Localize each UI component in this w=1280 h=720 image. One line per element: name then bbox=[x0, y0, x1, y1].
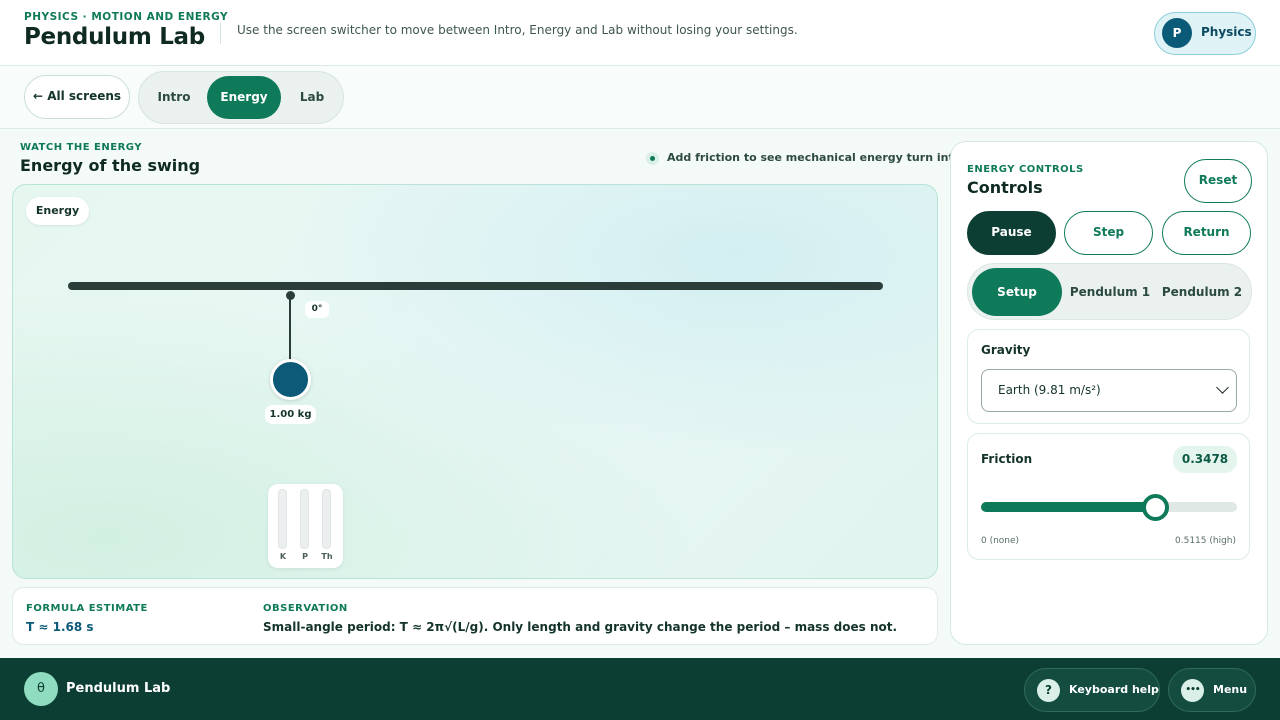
segment-setup[interactable]: Setup bbox=[972, 268, 1062, 316]
section-title: Energy of the swing bbox=[20, 156, 201, 175]
formula-card: FORMULA ESTIMATE T ≈ 1.68 s OBSERVATION … bbox=[12, 587, 938, 645]
menu-button[interactable]: ••• Menu bbox=[1168, 668, 1256, 712]
angle-readout: 0° bbox=[305, 301, 329, 318]
screen-switcher-bar: ← All screens Intro Energy Lab bbox=[0, 66, 1280, 129]
panel-eyebrow: ENERGY CONTROLS bbox=[967, 164, 1084, 175]
potential-meter bbox=[300, 489, 309, 549]
app-header: PHYSICS · MOTION AND ENERGY Pendulum Lab… bbox=[0, 0, 1280, 66]
header-divider bbox=[220, 22, 221, 44]
friction-note-text: Add friction to see mechanical energy tu… bbox=[667, 151, 998, 164]
gravity-selected-value: Earth (9.81 m/s²) bbox=[998, 383, 1101, 397]
formula-eyebrow: FORMULA ESTIMATE bbox=[26, 603, 148, 614]
app-title: Pendulum Lab bbox=[24, 24, 205, 50]
reset-button[interactable]: Reset bbox=[1184, 159, 1252, 203]
kinetic-meter bbox=[278, 489, 287, 549]
tab-energy[interactable]: Energy bbox=[207, 76, 281, 119]
subject-chip[interactable]: P Physics bbox=[1154, 12, 1256, 55]
subject-avatar: P bbox=[1162, 18, 1192, 48]
gravity-card: Gravity Earth (9.81 m/s²) bbox=[967, 329, 1250, 424]
friction-label: Friction bbox=[981, 452, 1033, 466]
gravity-select[interactable]: Earth (9.81 m/s²) bbox=[981, 369, 1237, 412]
panel-segment-control: Setup Pendulum 1 Pendulum 2 bbox=[967, 263, 1252, 320]
section-eyebrow: WATCH THE ENERGY bbox=[20, 142, 143, 153]
more-dots-icon: ••• bbox=[1181, 679, 1204, 702]
gravity-label: Gravity bbox=[981, 343, 1031, 357]
note-dot-icon bbox=[646, 152, 659, 165]
step-button[interactable]: Step bbox=[1064, 211, 1153, 255]
ceiling-bar bbox=[68, 282, 883, 290]
help-icon: ? bbox=[1037, 679, 1060, 702]
segment-pendulum-1[interactable]: Pendulum 1 bbox=[1066, 268, 1154, 316]
keyboard-help-label: Keyboard help bbox=[1069, 683, 1159, 696]
potential-label: P bbox=[302, 552, 308, 561]
pivot-point bbox=[286, 291, 295, 300]
kinetic-label: K bbox=[279, 552, 287, 561]
observation-text: Small-angle period: T ≈ 2π√(L/g). Only l… bbox=[263, 620, 898, 634]
friction-value: 0.3478 bbox=[1173, 446, 1237, 473]
tab-lab[interactable]: Lab bbox=[284, 76, 340, 119]
theta-logo-icon: θ bbox=[24, 672, 58, 706]
pendulum-rod bbox=[289, 297, 291, 361]
friction-card: Friction 0.3478 0 (none) 0.5115 (high) bbox=[967, 433, 1250, 560]
thermal-label: Th bbox=[321, 552, 333, 561]
subject-label: Physics bbox=[1201, 25, 1252, 39]
chevron-down-icon bbox=[1216, 381, 1229, 394]
formula-value: T ≈ 1.68 s bbox=[26, 620, 94, 634]
tab-intro[interactable]: Intro bbox=[144, 76, 204, 119]
all-screens-button[interactable]: ← All screens bbox=[24, 75, 130, 119]
controls-panel: ENERGY CONTROLS Controls Reset Pause Ste… bbox=[950, 141, 1268, 645]
thermal-meter bbox=[322, 489, 331, 549]
pause-button[interactable]: Pause bbox=[967, 211, 1056, 255]
mass-readout: 1.00 kg bbox=[265, 405, 316, 424]
menu-label: Menu bbox=[1213, 683, 1248, 696]
return-button[interactable]: Return bbox=[1162, 211, 1251, 255]
friction-max-label: 0.5115 (high) bbox=[1175, 536, 1236, 546]
footer-title: Pendulum Lab bbox=[66, 681, 171, 696]
friction-slider[interactable] bbox=[981, 494, 1237, 521]
app-footer: θ Pendulum Lab ? Keyboard help ••• Menu bbox=[0, 658, 1280, 720]
stage-badge: Energy bbox=[26, 197, 89, 225]
friction-slider-thumb[interactable] bbox=[1142, 494, 1170, 521]
keyboard-help-button[interactable]: ? Keyboard help bbox=[1024, 668, 1160, 712]
simulation-stage[interactable]: Energy 0° 1.00 kg K P Th bbox=[12, 184, 938, 579]
header-eyebrow: PHYSICS · MOTION AND ENERGY bbox=[24, 11, 229, 23]
observation-eyebrow: OBSERVATION bbox=[263, 603, 348, 614]
friction-slider-fill bbox=[981, 502, 1156, 512]
screen-tabs: Intro Energy Lab bbox=[138, 71, 344, 124]
energy-meters: K P Th bbox=[268, 484, 343, 568]
pendulum-bob[interactable] bbox=[270, 359, 311, 400]
panel-title: Controls bbox=[967, 178, 1043, 197]
header-hint: Use the screen switcher to move between … bbox=[237, 23, 798, 37]
friction-min-label: 0 (none) bbox=[981, 536, 1020, 546]
segment-pendulum-2[interactable]: Pendulum 2 bbox=[1158, 268, 1246, 316]
